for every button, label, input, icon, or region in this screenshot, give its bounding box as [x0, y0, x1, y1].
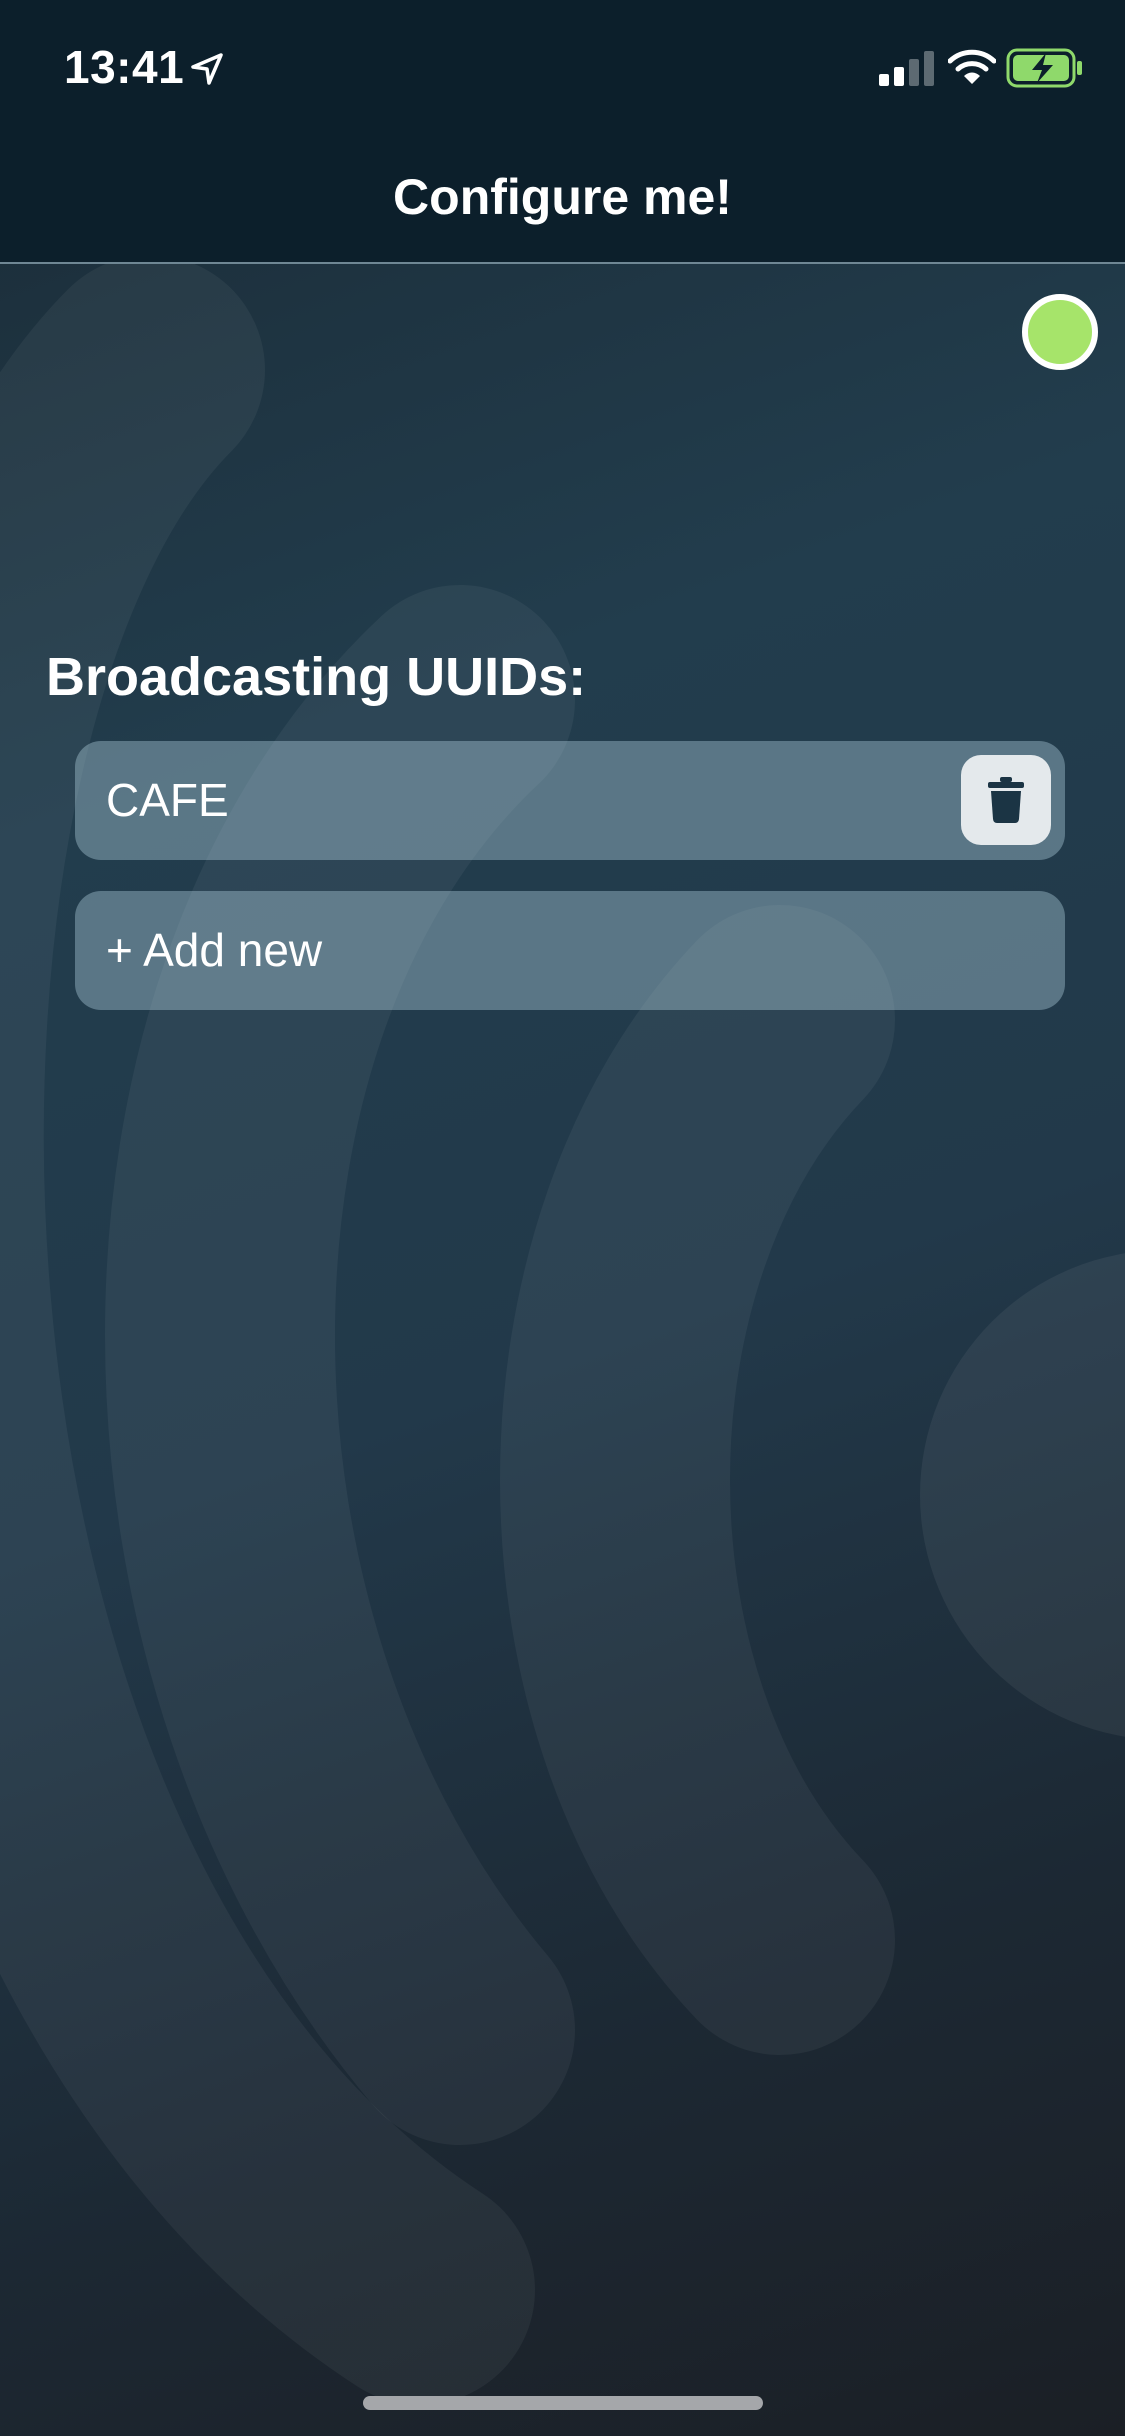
navigation-bar: Configure me! — [0, 132, 1125, 264]
location-arrow-icon — [191, 53, 223, 85]
add-new-uuid-button[interactable]: + Add new — [75, 891, 1065, 1010]
delete-uuid-button[interactable] — [961, 755, 1051, 845]
trash-icon — [988, 777, 1024, 823]
broadcast-waves-background — [0, 255, 1125, 2405]
app-screen: 13:41 Configure me! Broadcasting UUIDs: … — [0, 0, 1125, 2436]
cellular-signal-icon — [879, 51, 934, 86]
status-bar: 13:41 — [0, 0, 1125, 132]
page-title: Configure me! — [393, 169, 732, 225]
status-dot-icon — [1022, 294, 1098, 370]
add-new-label: + Add new — [106, 924, 323, 976]
uuid-label: CAFE — [106, 774, 229, 826]
home-indicator[interactable] — [363, 2396, 763, 2410]
battery-charging-icon — [1006, 48, 1082, 88]
status-time: 13:41 — [64, 41, 185, 93]
uuid-list-item: CAFE — [75, 741, 1065, 860]
wifi-icon — [948, 49, 996, 84]
section-title: Broadcasting UUIDs: — [46, 647, 587, 707]
